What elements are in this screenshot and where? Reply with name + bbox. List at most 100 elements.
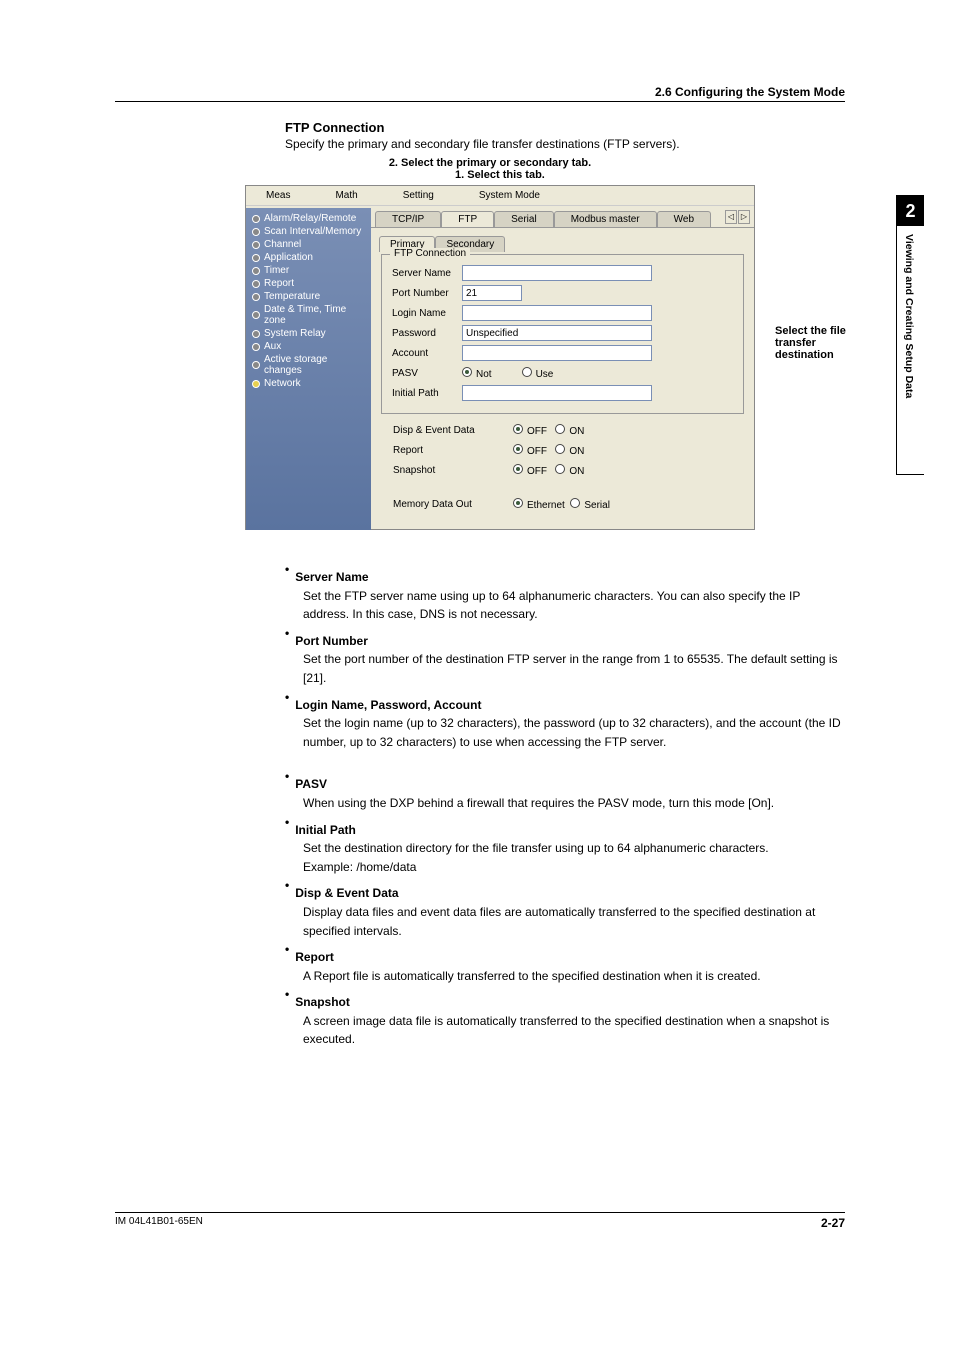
heading-pasv: PASV [295, 775, 327, 794]
radio-memout-ethernet[interactable]: Ethernet [513, 498, 565, 511]
page-number: 2-27 [821, 1216, 845, 1230]
radio-pasv-not[interactable]: Not [462, 367, 492, 380]
heading-initial: Initial Path [295, 821, 356, 840]
tree-item[interactable]: Active storage changes [248, 353, 369, 377]
radio-icon [522, 367, 532, 377]
radio-disp-off[interactable]: OFF [513, 424, 547, 437]
section-title: FTP Connection [285, 120, 845, 135]
initial-path-input[interactable] [462, 385, 652, 401]
radio-icon [513, 444, 523, 454]
tree-item[interactable]: System Relay [248, 327, 369, 340]
page-header: 2.6 Configuring the System Mode [115, 85, 845, 102]
bullet-dot-icon: • [285, 624, 289, 651]
ftp-connection-group: FTP Connection Server Name Port Number L… [381, 254, 744, 414]
label-snapshot: Snapshot [393, 465, 513, 476]
text-pasv: When using the DXP behind a firewall tha… [303, 794, 845, 813]
text-server-name: Set the FTP server name using up to 64 a… [303, 587, 845, 624]
tab-ftp[interactable]: FTP [441, 211, 494, 227]
label-account: Account [392, 348, 462, 359]
bullet-icon [252, 254, 260, 262]
heading-port: Port Number [295, 632, 368, 651]
top-tabs: TCP/IP FTP Serial Modbus master Web ◁ ▷ [371, 208, 754, 228]
tree-item[interactable]: Channel [248, 238, 369, 251]
text-port: Set the port number of the destination F… [303, 650, 845, 687]
radio-snapshot-on[interactable]: ON [555, 464, 584, 477]
bullet-icon [252, 343, 260, 351]
bullet-dot-icon: • [285, 876, 289, 903]
bullet-icon [252, 267, 260, 275]
text-login: Set the login name (up to 32 characters)… [303, 714, 845, 751]
label-initial-path: Initial Path [392, 388, 462, 399]
account-input[interactable] [462, 345, 652, 361]
text-disp: Display data files and event data files … [303, 903, 845, 940]
tab-tcpip[interactable]: TCP/IP [375, 211, 441, 227]
heading-disp: Disp & Event Data [295, 884, 398, 903]
heading-snapshot: Snapshot [295, 993, 350, 1012]
radio-snapshot-off[interactable]: OFF [513, 464, 547, 477]
radio-report-off[interactable]: OFF [513, 444, 547, 457]
chapter-name: Viewing and Creating Setup Data [897, 226, 921, 474]
label-password: Password [392, 328, 462, 339]
tree-item[interactable]: Timer [248, 264, 369, 277]
bullet-icon [252, 380, 260, 388]
radio-disp-on[interactable]: ON [555, 424, 584, 437]
bullet-dot-icon: • [285, 985, 289, 1012]
menu-meas[interactable]: Meas [266, 190, 290, 201]
page-footer: IM 04L41B01-65EN 2-27 [115, 1212, 845, 1230]
bullet-icon [252, 330, 260, 338]
tree-item[interactable]: Report [248, 277, 369, 290]
side-tab: 2 Viewing and Creating Setup Data [896, 195, 924, 475]
radio-icon [513, 498, 523, 508]
bullet-icon [252, 228, 260, 236]
heading-server-name: Server Name [295, 568, 368, 587]
port-number-input[interactable] [462, 285, 522, 301]
tab-serial[interactable]: Serial [494, 211, 554, 227]
radio-icon [555, 444, 565, 454]
chapter-number: 2 [897, 196, 924, 226]
menu-math[interactable]: Math [335, 190, 357, 201]
text-snapshot: A screen image data file is automaticall… [303, 1012, 845, 1049]
bullet-dot-icon: • [285, 813, 289, 840]
tab-scroll-right-icon[interactable]: ▷ [738, 210, 750, 224]
text-initial-2: Example: /home/data [303, 858, 845, 877]
login-name-input[interactable] [462, 305, 652, 321]
radio-report-on[interactable]: ON [555, 444, 584, 457]
callout-step2: 2. Select the primary or secondary tab. [285, 157, 695, 169]
tree-item[interactable]: Date & Time, Time zone [248, 303, 369, 327]
bullet-dot-icon: • [285, 940, 289, 967]
heading-login: Login Name, Password, Account [295, 696, 481, 715]
radio-pasv-use[interactable]: Use [522, 367, 554, 380]
server-name-input[interactable] [462, 265, 652, 281]
tree-item[interactable]: Temperature [248, 290, 369, 303]
text-report: A Report file is automatically transferr… [303, 967, 845, 986]
tree-item-network[interactable]: Network [248, 377, 369, 390]
screenshot-window: Meas Math Setting System Mode Alarm/Rela… [245, 185, 755, 530]
tree-item[interactable]: Scan Interval/Memory [248, 225, 369, 238]
tree-item[interactable]: Application [248, 251, 369, 264]
heading-report: Report [295, 948, 334, 967]
radio-icon [555, 464, 565, 474]
menu-system-mode[interactable]: System Mode [479, 190, 540, 201]
label-port-number: Port Number [392, 288, 462, 299]
tab-web[interactable]: Web [657, 211, 711, 227]
bullet-icon [252, 311, 260, 319]
label-report: Report [393, 445, 513, 456]
radio-icon [513, 464, 523, 474]
bullet-dot-icon: • [285, 560, 289, 587]
label-server-name: Server Name [392, 268, 462, 279]
tab-modbus[interactable]: Modbus master [554, 211, 657, 227]
password-input[interactable] [462, 325, 652, 341]
menubar: Meas Math Setting System Mode [246, 186, 754, 206]
menu-setting[interactable]: Setting [403, 190, 434, 201]
tree-item[interactable]: Aux [248, 340, 369, 353]
radio-memout-serial[interactable]: Serial [570, 498, 610, 511]
radio-icon [513, 424, 523, 434]
radio-icon [555, 424, 565, 434]
nav-tree: Alarm/Relay/Remote Scan Interval/Memory … [246, 208, 371, 530]
tab-scroll-left-icon[interactable]: ◁ [725, 210, 737, 224]
radio-icon [462, 367, 472, 377]
doc-id: IM 04L41B01-65EN [115, 1216, 203, 1230]
label-memory-out: Memory Data Out [393, 499, 513, 510]
tree-item[interactable]: Alarm/Relay/Remote [248, 212, 369, 225]
group-title: FTP Connection [390, 248, 470, 259]
